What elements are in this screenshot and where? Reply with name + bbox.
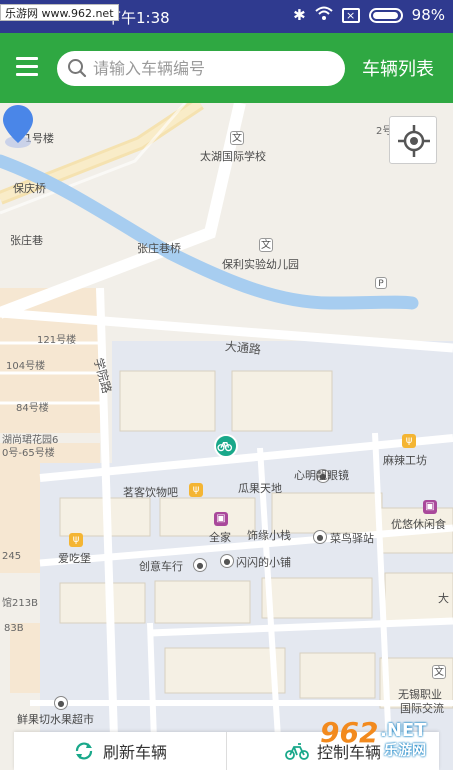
locate-button[interactable] [389,116,437,164]
map-label: 菜鸟驿站 [330,532,374,545]
map-label: 0号-65号楼 [2,448,55,459]
crosshair-icon [398,125,430,157]
burger-icon: ψ [69,533,83,547]
watermark-number: 962 [320,716,379,749]
map-label: 馆213B [2,598,38,609]
bike-shop-icon: ● [193,558,207,572]
map-label: 创意车行 [139,560,183,573]
map-label: 104号楼 [6,361,46,372]
map-label: 麻辣工坊 [383,454,427,467]
school-icon: 文 [432,665,446,679]
map-label: 张庄巷 [10,234,43,247]
map-label: 张庄巷桥 [137,242,181,255]
snack-icon: ▣ [423,500,437,514]
battery-percent: 98% [411,6,445,24]
convenience-store-icon: ▣ [214,512,228,526]
map-label: 245 [2,551,22,562]
watermark-net: .NET [380,720,427,741]
menu-icon[interactable] [16,57,38,77]
shop-icon: ● [220,554,234,568]
wifi-icon [314,6,333,24]
school-icon: 文 [230,131,244,145]
no-sim-icon: × [341,7,360,23]
location-pin-icon [3,105,33,148]
search-bar[interactable] [57,51,345,86]
kindergarten-icon: 文 [259,238,273,252]
status-bar: 下午1:38 ✱ × 98% 乐游网 www.962.net [0,0,453,33]
refresh-icon [75,742,93,760]
map-label: 鲜果切水果超市 [17,713,94,726]
map-label: 84号楼 [16,403,49,414]
bluetooth-icon: ✱ [293,6,306,24]
map-label: 爱吃堡 [58,552,91,565]
map-label: 大 [438,592,449,605]
vehicle-list-button[interactable]: 车辆列表 [362,55,434,81]
map-label: 茗客饮物吧 [123,486,178,499]
map-label: 心明靓眼镜 [294,469,349,482]
express-icon: ● [313,530,327,544]
map-label: 饰缘小栈 [247,529,291,542]
app-header: 车辆列表 [0,33,453,103]
map-label: 83B [4,623,24,634]
map-label: 瓜果天地 [238,482,282,495]
refresh-label: 刷新车辆 [102,743,167,762]
drink-icon: ψ [189,483,203,497]
map-label: 优悠休闲食 [391,518,446,531]
map-label: 太湖国际学校 [200,150,266,163]
map-label: 全家 [209,531,231,544]
bike-marker-icon[interactable] [214,434,238,458]
map-label: 保庆桥 [13,182,46,195]
map-label: 121号楼 [37,335,77,346]
map-label: 保利实验幼儿园 [222,258,299,271]
shop-icon: ● [54,696,68,710]
search-icon [68,59,87,78]
map-label: 闪闪的小铺 [236,556,291,569]
restaurant-icon: ψ [402,434,416,448]
map-label: 大通路 [224,339,262,357]
watermark-top: 乐游网 www.962.net [0,4,119,21]
battery-icon [368,7,403,23]
map-view[interactable]: 1号楼 2号楼 文 太湖国际学校 保庆桥 张庄巷 张庄巷桥 文 保利实验幼儿园 … [0,103,453,770]
bike-icon [285,743,309,760]
watermark-bottom: 962 .NET 乐游网 [318,712,450,764]
parking-icon: P [375,277,387,289]
refresh-vehicles-button[interactable]: 刷新车辆 [14,732,226,770]
watermark-cn: 乐游网 [384,743,426,759]
search-input[interactable] [93,56,333,81]
status-icons: ✱ × 98% [293,6,445,24]
